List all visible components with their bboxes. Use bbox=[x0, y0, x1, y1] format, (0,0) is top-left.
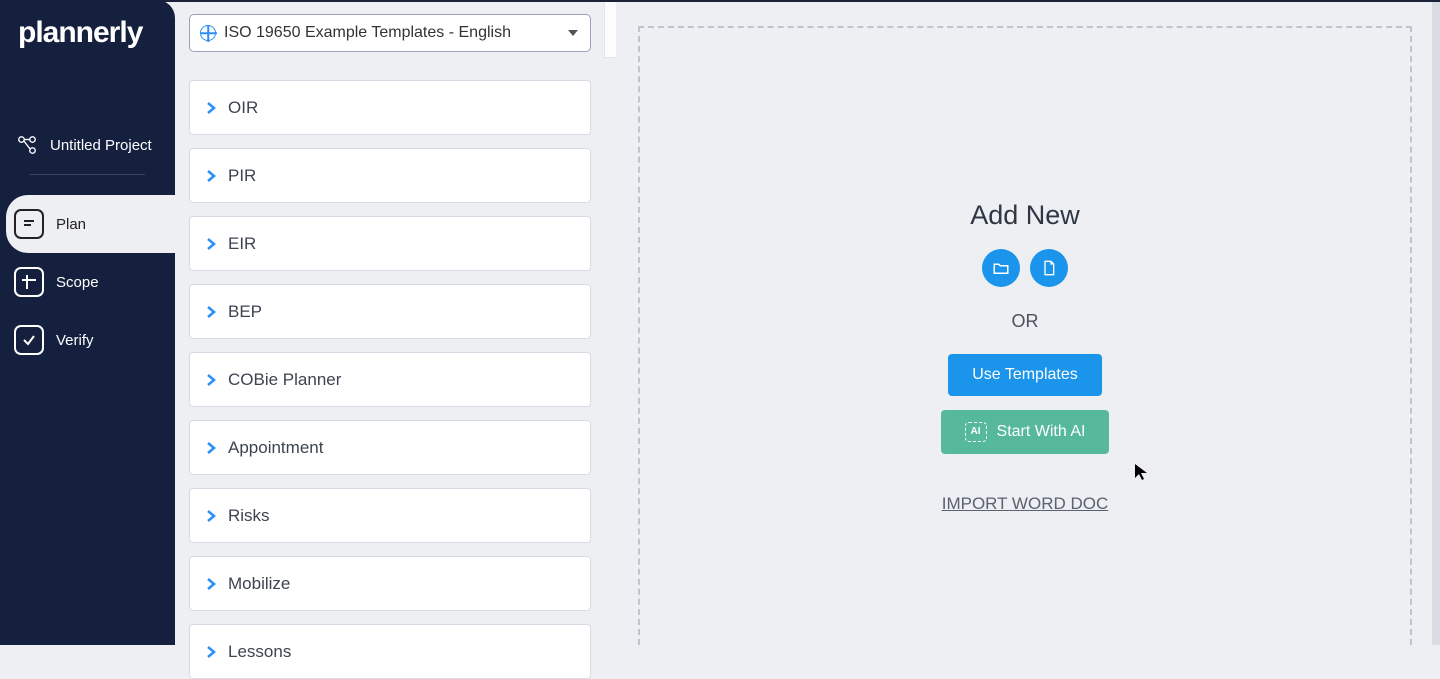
sidebar-item-label: Scope bbox=[56, 274, 99, 291]
import-word-doc-link[interactable]: IMPORT WORD DOC bbox=[942, 494, 1109, 514]
sidebar-item-label: Plan bbox=[56, 216, 86, 233]
template-list: OIR PIR EIR BEP COBie Planner Appointmen… bbox=[189, 80, 591, 679]
template-item-pir[interactable]: PIR bbox=[189, 148, 591, 203]
use-templates-button[interactable]: Use Templates bbox=[948, 354, 1102, 396]
chevron-right-icon bbox=[204, 101, 218, 115]
canvas-area: Add New OR Use Templates AI Start With A… bbox=[616, 2, 1434, 645]
template-item-lessons[interactable]: Lessons bbox=[189, 624, 591, 679]
brand-logo: plannerly bbox=[0, 0, 175, 64]
template-item-label: COBie Planner bbox=[228, 370, 341, 390]
verify-icon bbox=[14, 325, 44, 355]
add-new-icon-row bbox=[941, 249, 1110, 287]
template-item-mobilize[interactable]: Mobilize bbox=[189, 556, 591, 611]
template-item-oir[interactable]: OIR bbox=[189, 80, 591, 135]
template-select[interactable]: ISO 19650 Example Templates - English bbox=[189, 14, 591, 52]
sidebar-item-label: Verify bbox=[56, 332, 94, 349]
template-item-risks[interactable]: Risks bbox=[189, 488, 591, 543]
add-new-panel: Add New OR Use Templates AI Start With A… bbox=[941, 200, 1110, 514]
sidebar-nav: Plan Scope Verify bbox=[0, 195, 175, 369]
plan-icon bbox=[14, 209, 44, 239]
chevron-right-icon bbox=[204, 441, 218, 455]
start-with-ai-button[interactable]: AI Start With AI bbox=[941, 410, 1110, 454]
globe-icon bbox=[200, 25, 216, 41]
template-item-label: Appointment bbox=[228, 438, 323, 458]
chevron-right-icon bbox=[204, 577, 218, 591]
sidebar-item-scope[interactable]: Scope bbox=[0, 253, 175, 311]
template-item-eir[interactable]: EIR bbox=[189, 216, 591, 271]
chevron-right-icon bbox=[204, 305, 218, 319]
sidebar-divider bbox=[30, 174, 145, 175]
chevron-right-icon bbox=[204, 645, 218, 659]
template-item-label: BEP bbox=[228, 302, 262, 322]
chevron-right-icon bbox=[204, 509, 218, 523]
sidebar: plannerly Untitled Project Plan Scope Ve… bbox=[0, 0, 175, 645]
project-icon bbox=[16, 134, 38, 156]
ai-chip-icon: AI bbox=[965, 422, 987, 442]
sidebar-item-plan[interactable]: Plan bbox=[6, 195, 175, 253]
add-document-button[interactable] bbox=[1030, 249, 1068, 287]
add-new-title: Add New bbox=[941, 200, 1110, 231]
chevron-right-icon bbox=[204, 373, 218, 387]
sidebar-item-verify[interactable]: Verify bbox=[0, 311, 175, 369]
chevron-right-icon bbox=[204, 169, 218, 183]
scope-icon bbox=[14, 267, 44, 297]
template-item-label: EIR bbox=[228, 234, 256, 254]
folder-icon bbox=[992, 259, 1010, 277]
template-item-appointment[interactable]: Appointment bbox=[189, 420, 591, 475]
template-panel: ISO 19650 Example Templates - English OI… bbox=[175, 0, 605, 645]
add-folder-button[interactable] bbox=[982, 249, 1020, 287]
chevron-right-icon bbox=[204, 237, 218, 251]
template-item-label: PIR bbox=[228, 166, 256, 186]
template-item-label: Risks bbox=[228, 506, 270, 526]
start-with-ai-label: Start With AI bbox=[997, 423, 1086, 441]
template-item-cobie[interactable]: COBie Planner bbox=[189, 352, 591, 407]
or-divider: OR bbox=[941, 311, 1110, 332]
project-selector[interactable]: Untitled Project bbox=[0, 124, 175, 174]
template-item-label: Mobilize bbox=[228, 574, 290, 594]
template-item-bep[interactable]: BEP bbox=[189, 284, 591, 339]
template-item-label: OIR bbox=[228, 98, 258, 118]
vertical-scrollbar[interactable] bbox=[1432, 2, 1440, 645]
caret-down-icon bbox=[568, 30, 578, 36]
project-name: Untitled Project bbox=[50, 137, 152, 154]
document-icon bbox=[1041, 259, 1057, 277]
template-select-value: ISO 19650 Example Templates - English bbox=[224, 24, 511, 42]
drop-canvas[interactable]: Add New OR Use Templates AI Start With A… bbox=[638, 26, 1412, 645]
